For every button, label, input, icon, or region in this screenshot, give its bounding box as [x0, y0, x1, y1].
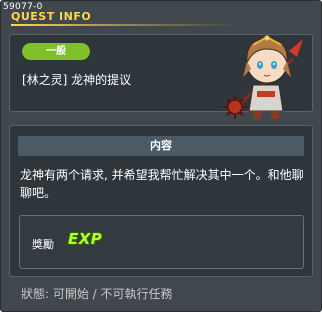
- window-title: QUEST INFO: [11, 10, 92, 23]
- exp-icon: EXP: [68, 230, 103, 248]
- reward-label: 獎勵: [32, 238, 54, 251]
- quest-name: [林之灵] 龙神的提议: [22, 73, 132, 87]
- content-header: 内容: [18, 136, 304, 156]
- title-underline: [11, 24, 241, 26]
- npc-character-icon: [223, 35, 303, 119]
- quest-content-panel: 内容 龙神有两个请求, 并希望我帮忙解决其中一个。和他聊聊吧。 獎勵 EXP: [9, 125, 313, 277]
- quest-category-badge: 一般: [22, 43, 90, 60]
- reward-box: 獎勵 EXP: [19, 215, 304, 269]
- quest-info-window: 59077-0 QUEST INFO 一般 [林之灵] 龙神的提议 内容 龙神有…: [0, 0, 322, 312]
- quest-status: 狀態: 可開始 / 不可執行任務: [21, 287, 173, 301]
- quest-description: 龙神有两个请求, 并希望我帮忙解决其中一个。和他聊聊吧。: [20, 168, 304, 200]
